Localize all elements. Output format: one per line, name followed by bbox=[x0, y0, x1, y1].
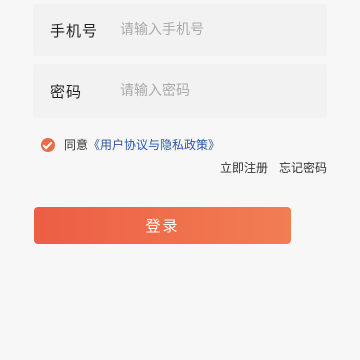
account-links: 立即注册 忘记密码 bbox=[220, 159, 327, 176]
password-label: 密码 bbox=[50, 82, 83, 101]
agreement-row: 同意 《用户协议与隐私政策》 bbox=[41, 136, 220, 153]
login-page: 手机号 密码 同意 《用户协议与隐私政策》 立即注册 忘记密码 登录 bbox=[0, 0, 360, 360]
password-input[interactable] bbox=[120, 76, 315, 106]
forgot-password-link[interactable]: 忘记密码 bbox=[279, 159, 327, 176]
password-field: 密码 bbox=[33, 64, 327, 118]
phone-input[interactable] bbox=[120, 15, 315, 45]
agreement-check-icon[interactable] bbox=[41, 137, 55, 152]
phone-field: 手机号 bbox=[33, 4, 327, 56]
policy-link[interactable]: 《用户协议与隐私政策》 bbox=[88, 136, 220, 153]
login-button[interactable]: 登录 bbox=[34, 207, 291, 244]
register-link[interactable]: 立即注册 bbox=[220, 159, 268, 176]
agreement-prefix: 同意 bbox=[64, 138, 89, 152]
phone-label: 手机号 bbox=[50, 21, 99, 40]
